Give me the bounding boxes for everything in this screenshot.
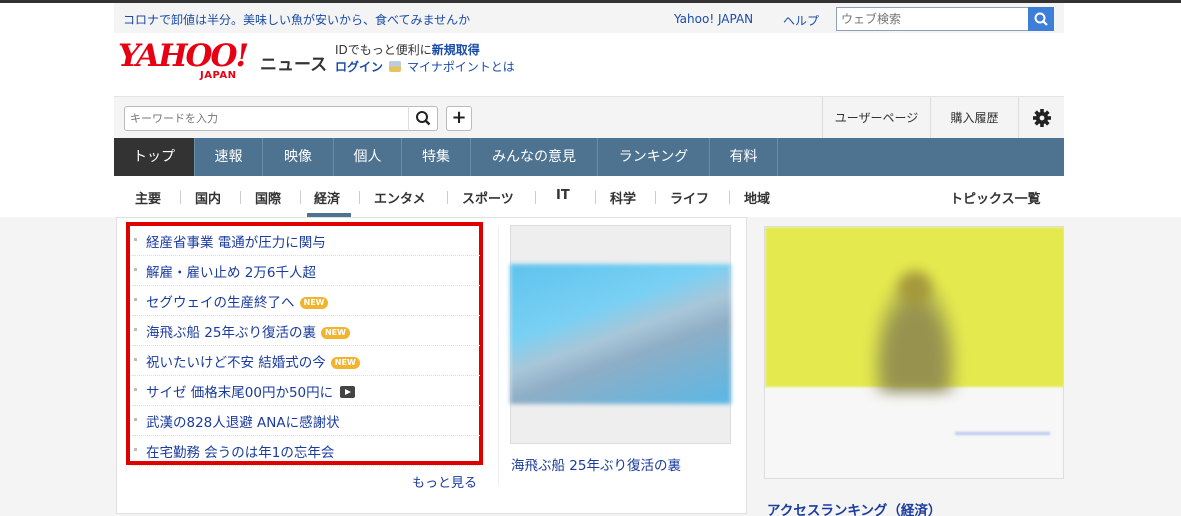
category-economy[interactable]: 経済	[314, 188, 340, 207]
nav-tab-breaking[interactable]: 速報	[195, 138, 263, 176]
category-it[interactable]: IT	[556, 188, 570, 203]
bullet-icon	[134, 328, 137, 331]
keyword-search-input[interactable]	[124, 106, 409, 131]
promo-link[interactable]: コロナで卸値は半分。美味しい魚が安いから、食べてみませんか	[123, 11, 470, 28]
video-icon	[340, 386, 356, 398]
category-region[interactable]: 地域	[744, 188, 770, 207]
list-item[interactable]: 武漢の828人退避 ANAに感謝状	[132, 406, 480, 436]
nav-tab-opinions[interactable]: みんなの意見	[471, 138, 598, 176]
promo-row: コロナで卸値は半分。美味しい魚が安いから、食べてみませんか Yahoo! JAP…	[114, 3, 1064, 33]
news-headline[interactable]: 海飛ぶ船 25年ぶり復活の裏	[146, 325, 316, 341]
category-international[interactable]: 国際	[255, 188, 281, 207]
category-separator	[729, 191, 730, 204]
category-nav: 主要 国内 国際 経済 エンタメ スポーツ IT 科学 ライフ 地域 トピックス…	[114, 176, 1064, 217]
nav-tab-ranking[interactable]: ランキング	[598, 138, 710, 176]
new-badge: NEW	[320, 327, 350, 339]
bullet-icon	[134, 298, 137, 301]
logo-service-name: ニュース	[260, 55, 328, 75]
news-headline[interactable]: サイゼ 価格末尾00円か50円に	[146, 385, 333, 401]
access-ranking-title: アクセスランキング（経済）	[767, 503, 942, 516]
register-link[interactable]: 新規取得	[432, 43, 480, 57]
main-nav: トップ 速報 映像 個人 特集 みんなの意見 ランキング 有料	[114, 138, 1064, 176]
add-button[interactable]: +	[446, 106, 472, 131]
category-life[interactable]: ライフ	[670, 188, 709, 207]
logo-japan-text: JAPAN	[200, 70, 237, 81]
news-headline[interactable]: セグウェイの生産終了へ	[146, 295, 295, 311]
photo-caption-link[interactable]: 海飛ぶ船 25年ぶり復活の裏	[511, 454, 681, 474]
list-item[interactable]: 解雇・雇い止め 2万6千人超	[132, 256, 480, 286]
bullet-icon	[134, 238, 137, 241]
news-headline[interactable]: 解雇・雇い止め 2万6千人超	[146, 265, 316, 281]
list-item[interactable]: 海飛ぶ船 25年ぶり復活の裏 NEW	[132, 316, 480, 346]
list-item[interactable]: サイゼ 価格末尾00円か50円に	[132, 376, 480, 406]
news-headline[interactable]: 武漢の828人退避 ANAに感謝状	[146, 415, 340, 431]
login-link[interactable]: ログイン	[335, 60, 383, 74]
mypoint-link[interactable]: マイナポイントとは	[407, 60, 515, 74]
news-headline[interactable]: 祝いたいけど不安 結婚式の今	[146, 355, 326, 371]
news-headline[interactable]: 経産省事業 電通が圧力に関与	[146, 235, 326, 251]
list-item[interactable]: 祝いたいけど不安 結婚式の今 NEW	[132, 346, 480, 376]
web-search-input[interactable]	[836, 7, 1029, 31]
bullet-icon	[134, 448, 137, 451]
category-separator	[655, 191, 656, 204]
tool-row: + ユーザーページ 購入履歴	[114, 96, 1064, 139]
more-link[interactable]: もっと見る	[412, 472, 477, 491]
logo-yahoo-text: YAHOO!	[118, 38, 249, 74]
nav-tab-paid[interactable]: 有料	[710, 138, 778, 176]
column-divider	[498, 226, 499, 486]
list-item[interactable]: セグウェイの生産終了へ NEW	[132, 286, 480, 316]
topic-photo[interactable]	[510, 264, 731, 404]
user-page-link[interactable]: ユーザーページ	[822, 97, 930, 139]
bullet-icon	[134, 388, 137, 391]
gear-icon	[1033, 109, 1051, 127]
news-headline[interactable]: 在宅勤務 会うのは年1の忘年会	[146, 445, 334, 461]
search-icon	[416, 111, 431, 126]
ad-figure	[860, 253, 970, 393]
nav-tab-individual[interactable]: 個人	[334, 138, 402, 176]
category-main[interactable]: 主要	[135, 188, 161, 207]
bullet-icon	[134, 268, 137, 271]
bullet-icon	[134, 358, 137, 361]
side-advertisement[interactable]	[764, 226, 1064, 479]
help-link[interactable]: ヘルプ	[783, 12, 819, 29]
bullet-icon	[134, 418, 137, 421]
category-separator	[535, 191, 536, 204]
category-science[interactable]: 科学	[610, 188, 636, 207]
new-badge: NEW	[299, 297, 329, 309]
account-box: IDでもっと便利に新規取得 ログイン マイナポイントとは	[335, 42, 515, 76]
purchase-history-link[interactable]: 購入履歴	[930, 97, 1018, 139]
category-separator	[180, 191, 181, 204]
category-separator	[447, 191, 448, 204]
id-promo-text: IDでもっと便利に	[335, 43, 432, 57]
nav-tab-feature[interactable]: 特集	[402, 138, 471, 176]
category-entertainment[interactable]: エンタメ	[374, 188, 426, 207]
search-icon	[1034, 12, 1048, 26]
category-domestic[interactable]: 国内	[195, 188, 221, 207]
keyword-search-button[interactable]	[408, 106, 438, 131]
settings-button[interactable]	[1018, 97, 1064, 139]
topics-list-link[interactable]: トピックス一覧	[950, 188, 1041, 207]
web-search-button[interactable]	[1028, 7, 1054, 31]
ad-link-blur	[955, 432, 1050, 435]
category-separator	[240, 191, 241, 204]
list-item[interactable]: 在宅勤務 会うのは年1の忘年会	[132, 436, 480, 466]
mypoint-icon	[389, 61, 402, 72]
category-separator	[359, 191, 360, 204]
category-separator	[300, 191, 301, 204]
list-item[interactable]: 経産省事業 電通が圧力に関与	[132, 226, 480, 256]
yahoo-news-logo[interactable]: YAHOO! JAPAN ニュース	[118, 38, 327, 82]
category-sports[interactable]: スポーツ	[462, 188, 514, 207]
nav-tab-video[interactable]: 映像	[263, 138, 334, 176]
nav-tab-top[interactable]: トップ	[114, 138, 195, 176]
new-badge: NEW	[330, 357, 360, 369]
topics-list: 経産省事業 電通が圧力に関与 解雇・雇い止め 2万6千人超 セグウェイの生産終了…	[132, 226, 480, 466]
yahoo-japan-link[interactable]: Yahoo! JAPAN	[674, 12, 753, 26]
category-separator	[595, 191, 596, 204]
